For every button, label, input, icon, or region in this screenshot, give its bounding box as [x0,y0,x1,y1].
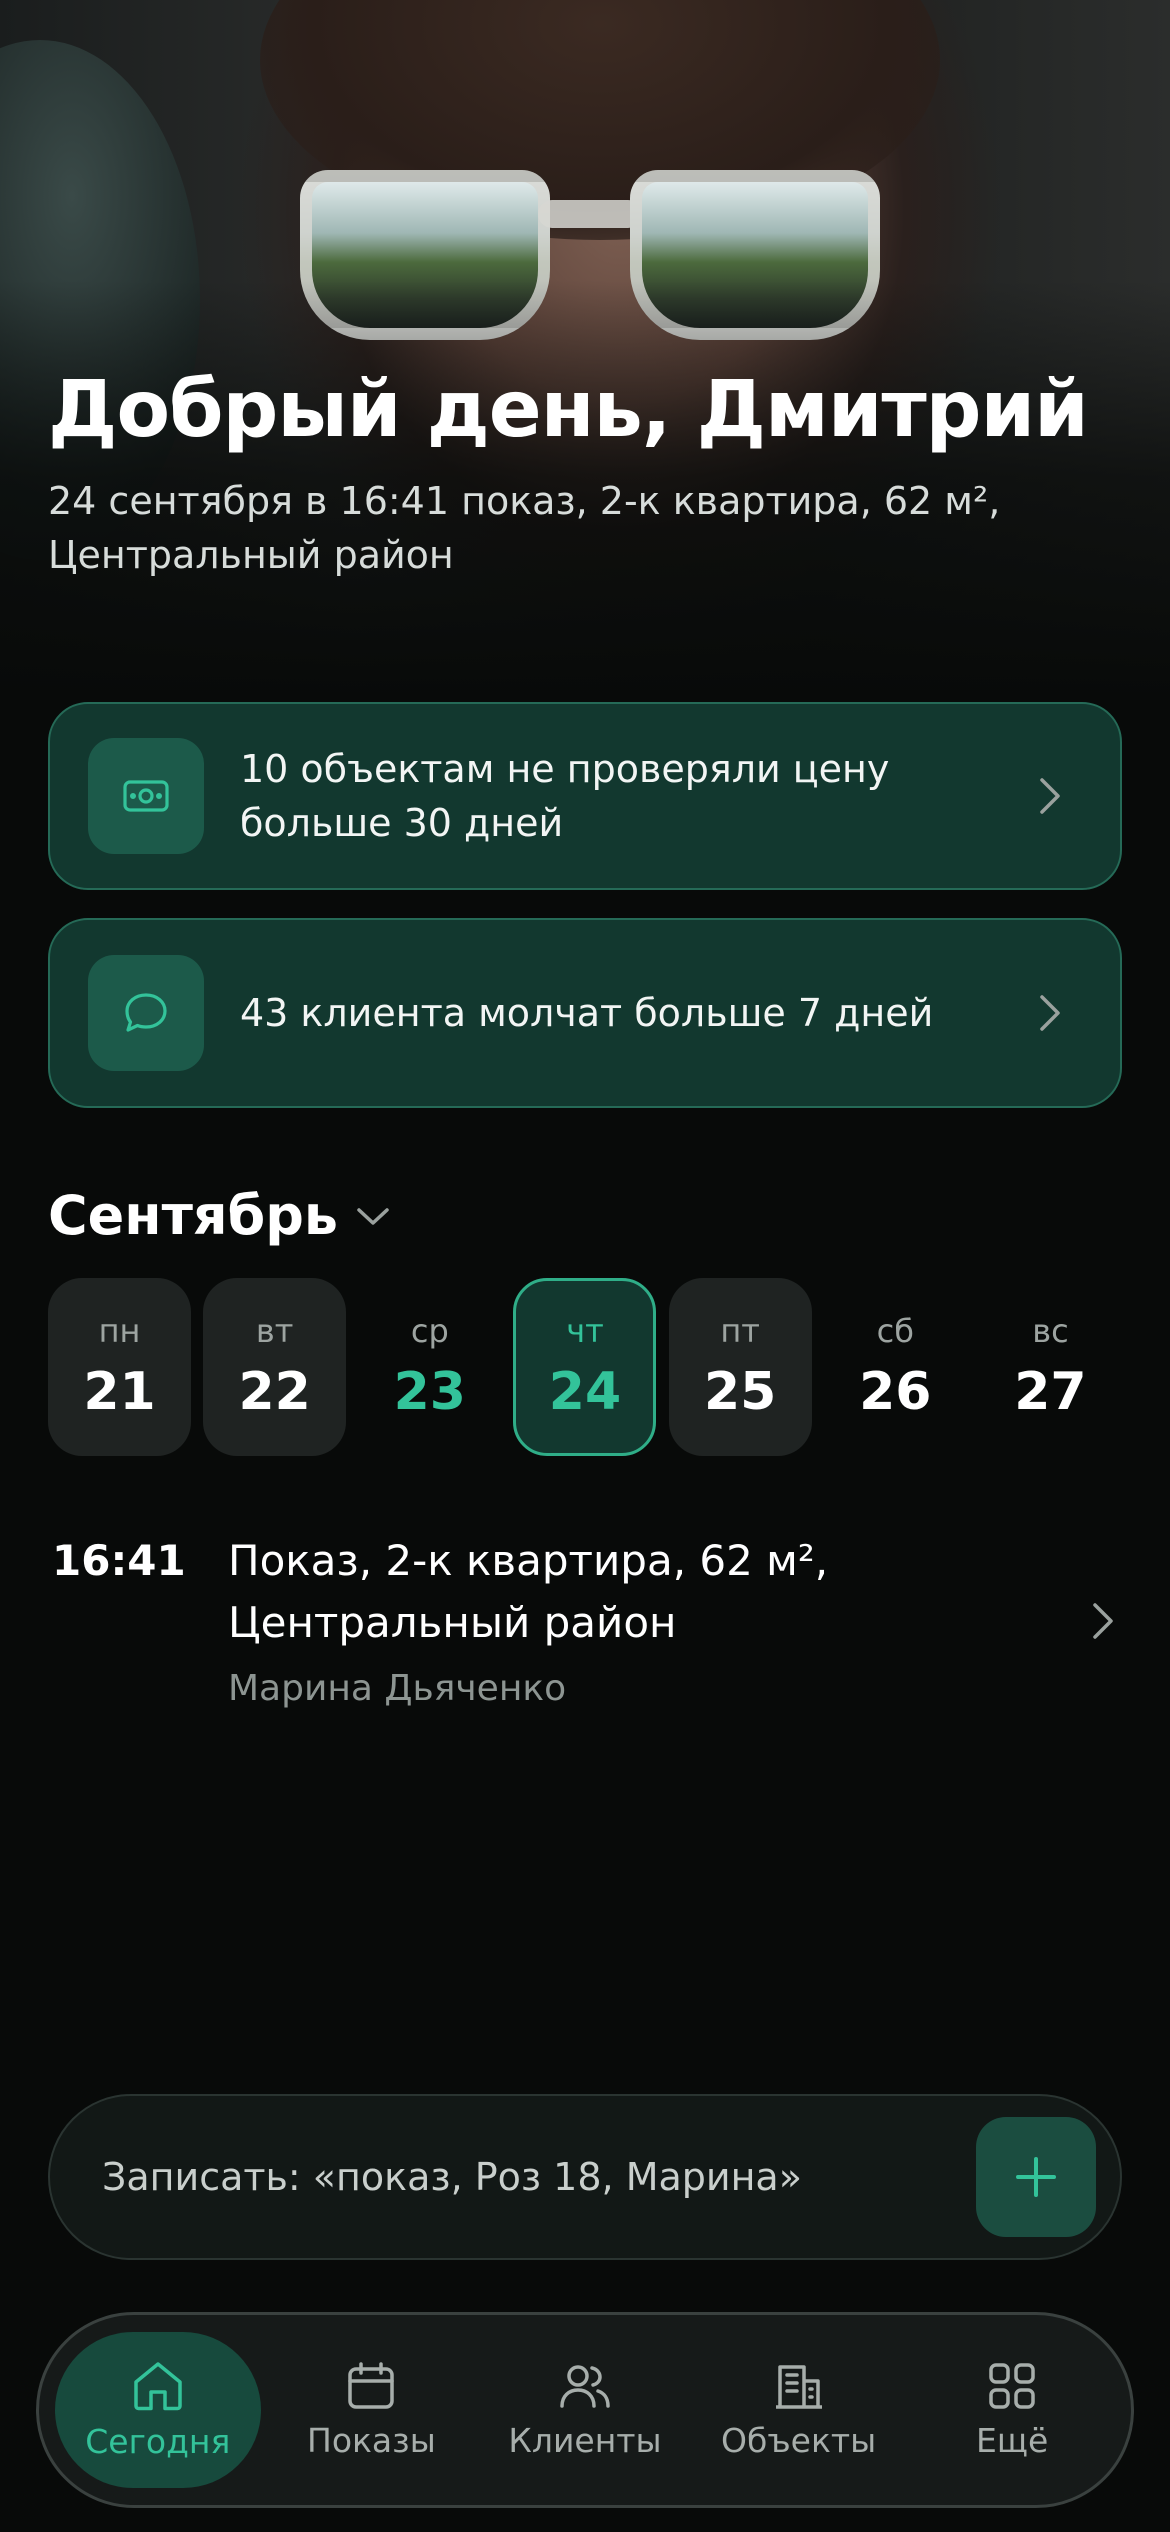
day-tue[interactable]: вт 22 [203,1278,347,1456]
tab-shows[interactable]: Показы [268,2332,474,2488]
event-time: 16:41 [52,1536,186,1585]
event-title: Показ, 2-к квартира, 62 м², Центральный … [228,1536,829,1647]
day-of-week: вс [1032,1312,1069,1350]
day-thu-selected[interactable]: чт 24 [513,1278,657,1456]
day-fri[interactable]: пт 25 [668,1278,812,1456]
tab-objects[interactable]: Объекты [696,2332,902,2488]
chevron-right-icon [1020,994,1080,1032]
chevron-right-icon [1092,1602,1114,1644]
day-of-week: ср [410,1312,449,1350]
tab-label: Клиенты [508,2420,662,2460]
day-mon[interactable]: пн 21 [48,1278,191,1456]
alert-silent-clients[interactable]: 43 клиента молчат больше 7 дней [48,918,1122,1108]
quick-note-input[interactable]: Записать: «показ, Роз 18, Марина» [48,2094,1122,2260]
alert-text: 43 клиента молчат больше 7 дней [240,991,934,1035]
day-number: 21 [83,1362,156,1422]
calendar-icon [348,2361,395,2409]
day-of-week: пн [98,1312,141,1350]
day-of-week: сб [876,1312,914,1350]
tab-today[interactable]: Сегодня [54,2332,261,2488]
add-button[interactable] [976,2117,1096,2237]
greeting-title: Добрый день, Дмитрий [48,365,1089,455]
quick-note-placeholder: Записать: «показ, Роз 18, Марина» [102,2155,802,2199]
money-icon [88,738,204,854]
home-icon [134,2361,182,2410]
people-icon [560,2364,610,2408]
chevron-right-icon [1020,777,1080,815]
day-number: 23 [393,1362,466,1422]
day-of-week: вт [255,1312,294,1350]
month-selector[interactable]: Сентябрь [48,1184,390,1247]
day-number: 27 [1014,1362,1087,1422]
day-number: 25 [703,1362,777,1422]
bottom-tab-bar: Сегодня Показы Клиенты Объекты Ещё [36,2312,1134,2508]
grid-icon [989,2362,1035,2409]
chat-bubble-icon [88,955,204,1071]
next-event-summary: 24 сентября в 16:41 показ, 2-к квартира,… [48,479,1001,577]
event-client-name: Марина Дьяченко [228,1668,567,1709]
alert-price-check[interactable]: 10 объектам не проверяли цену больше 30 … [48,702,1122,890]
tab-label: Сегодня [85,2421,231,2461]
building-icon [775,2364,822,2409]
day-of-week: пт [720,1312,760,1350]
tab-more[interactable]: Ещё [909,2332,1115,2488]
tab-label: Объекты [721,2420,877,2460]
day-number: 24 [548,1362,622,1422]
day-wed-today[interactable]: ср 23 [358,1278,501,1456]
tab-label: Ещё [976,2420,1049,2460]
day-number: 22 [238,1362,311,1422]
chevron-down-icon [356,1207,390,1231]
tab-label: Показы [307,2420,436,2460]
day-sat[interactable]: сб 26 [824,1278,967,1456]
day-sun[interactable]: вс 27 [979,1278,1122,1456]
event-item[interactable]: 16:41 Показ, 2-к квартира, 62 м², Центра… [48,1530,1122,1730]
week-strip: пн 21 вт 22 ср 23 чт 24 пт 25 сб 26 вс 2… [48,1278,1122,1456]
tab-clients[interactable]: Клиенты [482,2332,688,2488]
month-label: Сентябрь [48,1184,339,1247]
alert-text: 10 объектам не проверяли цену больше 30 … [240,747,890,845]
day-of-week: чт [566,1312,604,1350]
hero-photo [0,0,1170,700]
plus-icon [1016,2157,1056,2197]
day-number: 26 [859,1362,932,1422]
